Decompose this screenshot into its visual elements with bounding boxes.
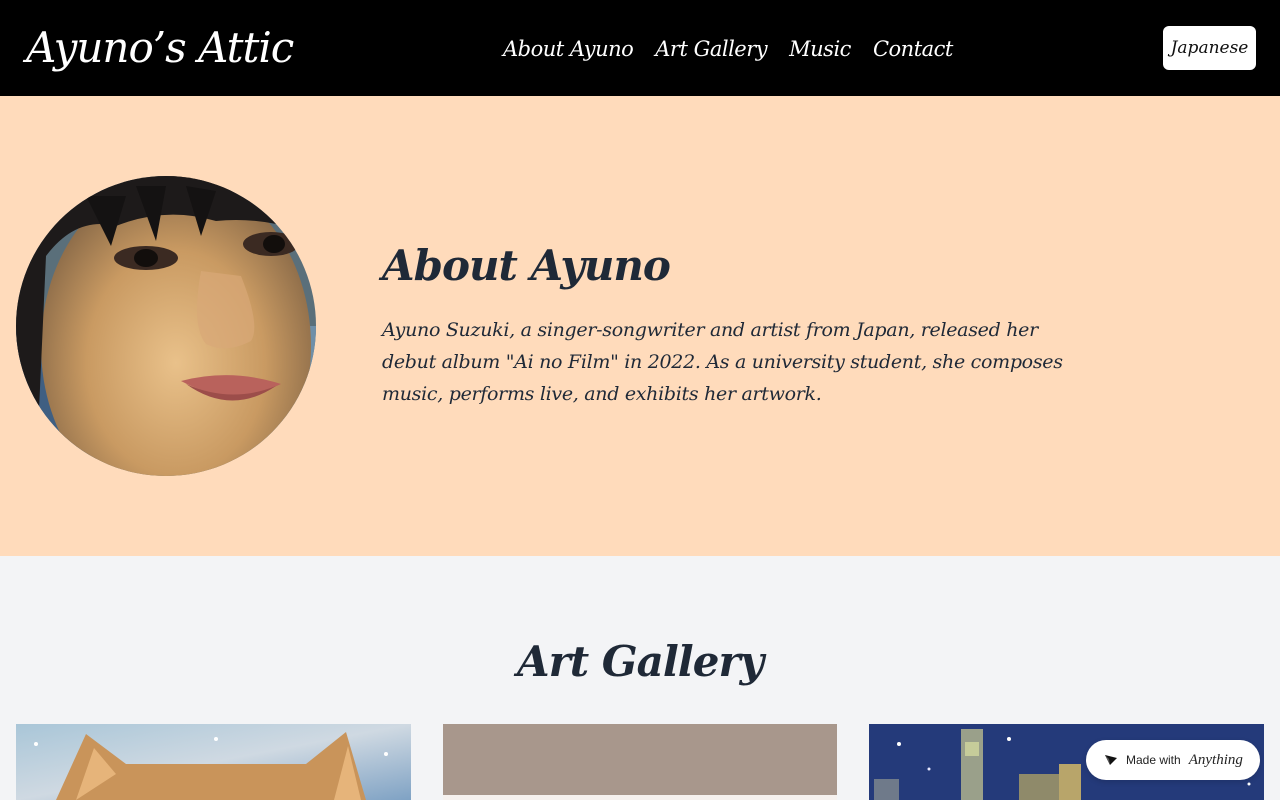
nav-about-ayuno[interactable]: About Ayuno [503,32,634,66]
about-title: About Ayuno [382,241,671,290]
nav-music[interactable]: Music [789,32,851,66]
gallery-artwork-2[interactable] [443,724,838,800]
badge-brand: Anything [1188,751,1243,768]
site-header: Ayuno’s Attic About Ayuno Art Gallery Mu… [0,0,1280,96]
badge-prefix: Made with [1126,753,1181,767]
about-section: About Ayuno Ayuno Suzuki, a singer-songw… [0,96,1280,556]
gallery-artwork-1[interactable] [16,724,411,800]
nav-contact[interactable]: Contact [873,32,953,66]
main-nav: About Ayuno Art Gallery Music Contact [503,32,953,66]
portrait-painting [16,176,316,476]
site-logo[interactable]: Ayuno’s Attic [26,22,294,74]
made-with-anything-badge[interactable]: Made with Anything [1086,740,1260,780]
about-description: Ayuno Suzuki, a singer-songwriter and ar… [382,319,1063,405]
gallery-title: Art Gallery [517,637,764,686]
anything-logo-icon [1104,751,1118,770]
language-toggle-button[interactable]: Japanese [1163,26,1256,70]
nav-art-gallery[interactable]: Art Gallery [655,32,767,66]
